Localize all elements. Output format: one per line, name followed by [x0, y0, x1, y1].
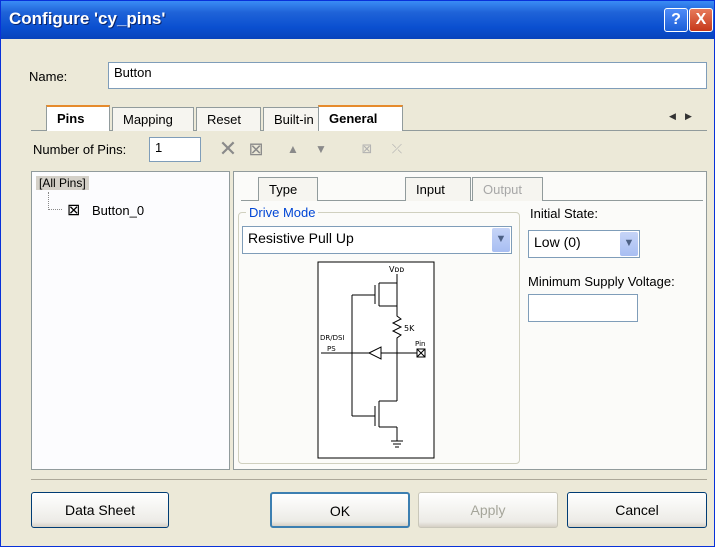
toggle-pin-icon[interactable]: ⊠ [245, 139, 267, 159]
diagram-frame [317, 261, 435, 459]
close-button[interactable]: X [689, 8, 713, 32]
data-sheet-button[interactable]: Data Sheet [31, 492, 169, 528]
tab-mapping[interactable]: Mapping [112, 107, 194, 131]
drdsi-label: DR/DSI [320, 334, 345, 342]
tab-scroll-right-icon[interactable]: ▶ [685, 111, 692, 122]
vdd-label: Vᴅᴅ [389, 265, 404, 274]
name-field[interactable]: Button [108, 62, 707, 89]
min-supply-label: Minimum Supply Voltage: [528, 274, 675, 289]
move-up-icon[interactable]: ▲ [282, 139, 304, 159]
drive-mode-dropdown[interactable]: Resistive Pull Up ▼ [242, 226, 512, 254]
chevron-down-icon: ▼ [620, 232, 638, 256]
pair-icon[interactable]: ⊠ [356, 139, 378, 159]
unpair-icon[interactable]: ⤫ [386, 139, 408, 159]
drive-mode-value: Resistive Pull Up [248, 230, 354, 246]
tree-item-button-0[interactable]: Button_0 [92, 203, 144, 218]
subtab-type[interactable]: Type [258, 177, 318, 201]
resistor-label: 5K [404, 324, 415, 333]
title-bar: Configure 'cy_pins' ? X [1, 1, 714, 39]
tab-pins[interactable]: Pins [46, 105, 110, 131]
apply-button[interactable]: Apply [418, 492, 558, 528]
min-supply-field[interactable] [528, 294, 638, 322]
ok-button[interactable]: OK [270, 492, 410, 528]
tab-scroll-left-icon[interactable]: ◀ [669, 111, 676, 122]
number-of-pins-label: Number of Pins: [33, 142, 127, 157]
pin-label: Pin [415, 340, 425, 348]
subtab-output[interactable]: Output [472, 177, 543, 201]
tab-reset[interactable]: Reset [196, 107, 261, 131]
tree-root-all-pins[interactable]: [All Pins] [36, 176, 89, 190]
help-button[interactable]: ? [664, 8, 688, 32]
subtab-input[interactable]: Input [405, 177, 471, 201]
pin-checkbox-icon[interactable]: ⊠ [67, 200, 80, 220]
name-label: Name: [29, 69, 68, 84]
initial-state-value: Low (0) [534, 234, 581, 250]
subtab-general[interactable]: General [318, 105, 403, 131]
number-of-pins-field[interactable]: 1 [149, 137, 201, 162]
tree-line [48, 209, 62, 211]
cancel-button[interactable]: Cancel [567, 492, 707, 528]
pin-tree: [All Pins] ⊠ Button_0 [31, 171, 230, 470]
initial-state-dropdown[interactable]: Low (0) ▼ [528, 230, 640, 258]
drive-mode-diagram: Vᴅᴅ 5K Pin DR/DSI PS [317, 261, 435, 459]
drive-mode-label: Drive Mode [246, 205, 319, 220]
initial-state-label: Initial State: [530, 206, 598, 221]
ps-label: PS [327, 345, 336, 353]
window-title: Configure 'cy_pins' [9, 9, 166, 28]
tree-line [48, 192, 50, 210]
move-down-icon[interactable]: ▼ [310, 139, 332, 159]
configure-dialog: Configure 'cy_pins' ? X Name: Button Pin… [0, 0, 715, 547]
separator [31, 479, 707, 480]
chevron-down-icon: ▼ [492, 228, 510, 252]
delete-icon[interactable]: ✕ [217, 138, 239, 160]
